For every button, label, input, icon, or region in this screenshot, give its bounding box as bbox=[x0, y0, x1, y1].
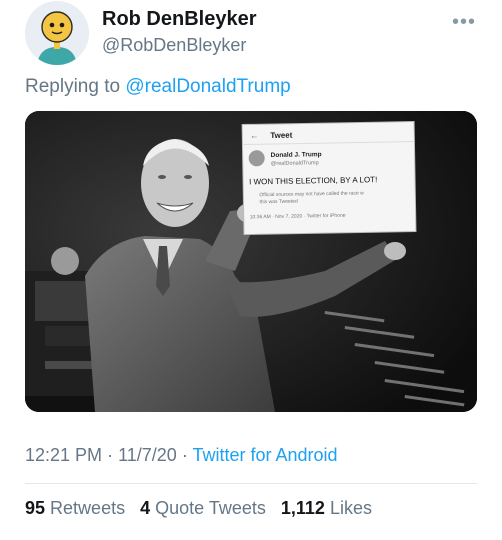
retweets-stat[interactable]: 95 Retweets bbox=[25, 498, 125, 518]
more-icon[interactable]: ••• bbox=[452, 11, 476, 34]
card-author: Donald J. Trump bbox=[271, 151, 322, 159]
author-handle[interactable]: @RobDenBleyker bbox=[102, 35, 246, 56]
quotes-count: 4 bbox=[140, 498, 151, 518]
tweet-time[interactable]: 12:21 PM bbox=[25, 445, 102, 465]
avatar[interactable] bbox=[25, 1, 89, 65]
card-notice-2: this was Tweeted bbox=[259, 199, 298, 206]
retweets-count: 95 bbox=[25, 498, 46, 518]
svg-text:←: ← bbox=[250, 131, 258, 140]
divider bbox=[25, 483, 477, 484]
separator-dot: · bbox=[181, 445, 193, 465]
photo-image: ← Tweet Donald J. Trump @realDonaldTrump… bbox=[25, 111, 477, 412]
replying-to: Replying to @realDonaldTrump bbox=[25, 76, 291, 98]
card-handle: @realDonaldTrump bbox=[271, 160, 319, 167]
likes-label: Likes bbox=[329, 498, 372, 518]
tweet-source[interactable]: Twitter for Android bbox=[192, 445, 337, 465]
replying-to-link[interactable]: @realDonaldTrump bbox=[125, 76, 290, 97]
quotes-label: Quote Tweets bbox=[155, 498, 266, 518]
quote-tweets-stat[interactable]: 4 Quote Tweets bbox=[140, 498, 266, 518]
separator-dot: · bbox=[107, 445, 119, 465]
author-name[interactable]: Rob DenBleyker bbox=[102, 8, 257, 31]
tweet-photo[interactable]: ← Tweet Donald J. Trump @realDonaldTrump… bbox=[25, 111, 477, 412]
replying-prefix: Replying to bbox=[25, 76, 121, 97]
likes-stat[interactable]: 1,112 Likes bbox=[281, 498, 372, 518]
cartoon-avatar-icon bbox=[25, 1, 89, 65]
tweet-stats: 95 Retweets 4 Quote Tweets 1,112 Likes bbox=[25, 498, 382, 519]
retweets-label: Retweets bbox=[50, 498, 126, 518]
tweet-timestamp: 12:21 PM · 11/7/20 · Twitter for Android bbox=[25, 445, 338, 466]
tweet-date[interactable]: 11/7/20 bbox=[118, 445, 177, 465]
likes-count: 1,112 bbox=[280, 498, 325, 518]
card-header: Tweet bbox=[270, 131, 293, 140]
